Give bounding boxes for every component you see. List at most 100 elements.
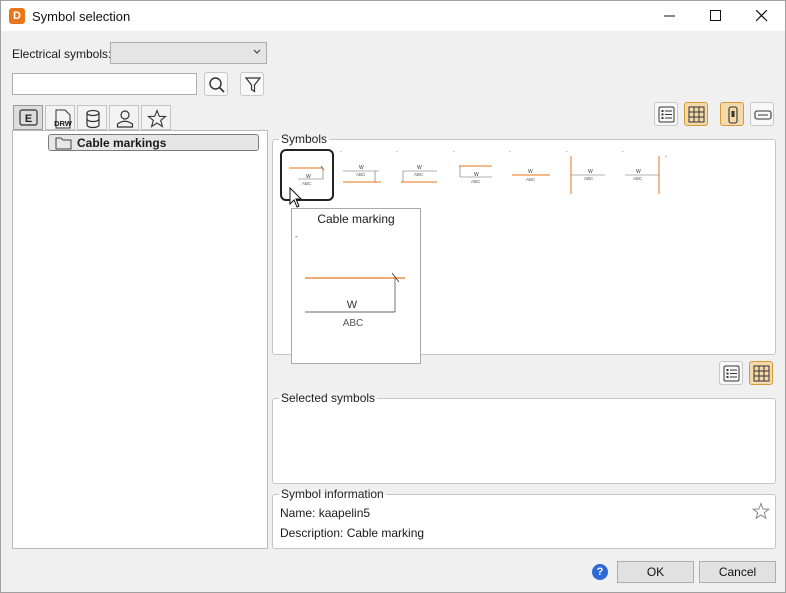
filter-button[interactable]	[240, 72, 264, 96]
svg-text:-: -	[566, 149, 568, 155]
window-title: Symbol selection	[32, 9, 131, 24]
svg-text:›: ›	[665, 154, 667, 160]
tab-e-text: E	[25, 113, 32, 125]
svg-text:W: W	[306, 174, 311, 180]
list-view-icon	[723, 365, 740, 382]
preview-top-label: W	[347, 299, 358, 311]
list-view-icon	[658, 106, 675, 123]
description-value: Cable marking	[346, 526, 425, 540]
selected-list-view-button[interactable]	[719, 361, 743, 385]
tree-item-cable-markings[interactable]: Cable markings	[48, 134, 259, 151]
grid-view-button[interactable]	[684, 102, 708, 126]
svg-text:ABC: ABC	[526, 177, 536, 182]
close-button[interactable]	[739, 1, 785, 31]
tab-favorites[interactable]	[141, 105, 171, 130]
maximize-icon	[710, 10, 721, 21]
title-bar: D Symbol selection	[1, 1, 785, 31]
search-input[interactable]	[12, 73, 197, 95]
search-button[interactable]	[204, 72, 228, 96]
symbol-thumbnail[interactable]: - W ABC	[506, 149, 560, 201]
user-icon	[116, 110, 134, 128]
tab-electrical[interactable]: E	[13, 105, 43, 130]
portrait-orientation-button[interactable]	[720, 102, 744, 126]
tab-database[interactable]	[77, 105, 107, 130]
electrical-symbols-dropdown[interactable]	[110, 42, 267, 64]
svg-text:W: W	[636, 169, 641, 175]
svg-text:W: W	[528, 169, 533, 175]
favorite-star-icon[interactable]	[752, 502, 770, 520]
help-button[interactable]: ?	[592, 564, 608, 580]
svg-text:W: W	[417, 165, 422, 171]
svg-text:W: W	[359, 165, 364, 171]
cable-marking-symbol-icon: - W ABC	[340, 149, 381, 183]
cable-marking-symbol-icon: - W ABC	[396, 149, 437, 183]
tree-item-label: Cable markings	[77, 136, 167, 150]
symbol-information-legend: Symbol information	[281, 487, 384, 501]
grid-view-icon	[688, 106, 705, 123]
name-label: Name:	[280, 506, 316, 520]
name-value: kaapelin5	[318, 506, 371, 520]
symbol-selection-window: D Symbol selection Electrical symbols: E	[0, 0, 786, 593]
tab-drawings[interactable]: DRW	[45, 105, 75, 130]
svg-text:-: -	[453, 149, 455, 155]
filter-icon	[244, 77, 262, 93]
star-icon	[147, 109, 167, 128]
symbol-thumbnail[interactable]: - W ABC	[337, 149, 391, 201]
svg-text:-: -	[622, 149, 624, 155]
svg-text:W: W	[474, 172, 479, 178]
maximize-button[interactable]	[693, 1, 739, 31]
mouse-cursor-icon	[289, 187, 303, 208]
search-icon	[209, 77, 225, 93]
svg-text:-: -	[396, 149, 398, 155]
tab-user[interactable]	[109, 105, 139, 130]
cable-marking-symbol-icon: - W ABC	[453, 149, 492, 184]
svg-text:ABC: ABC	[633, 176, 643, 181]
selected-symbols-legend: Selected symbols	[281, 391, 376, 405]
symbol-thumbnail[interactable]: - W ABC	[563, 149, 617, 201]
description-label: Description:	[280, 526, 344, 540]
landscape-orientation-button[interactable]	[750, 102, 774, 126]
svg-text:ABC: ABC	[471, 179, 481, 184]
app-icon: D	[9, 8, 25, 24]
grid-view-icon	[753, 365, 770, 382]
list-view-button[interactable]	[654, 102, 678, 126]
portrait-icon	[728, 106, 738, 124]
preview-bottom-label: ABC	[343, 318, 364, 329]
svg-text:ABC: ABC	[584, 176, 594, 181]
svg-text:-: -	[340, 149, 342, 155]
svg-text:ABC: ABC	[356, 172, 366, 177]
minimize-icon	[664, 15, 675, 17]
symbol-tree: Cable markings	[12, 130, 268, 549]
symbol-preview-tooltip: Cable marking - W ABC	[291, 208, 421, 364]
svg-text:-: -	[509, 149, 511, 155]
selected-grid-view-button[interactable]	[749, 361, 773, 385]
symbol-thumbnail[interactable]: - W ABC	[393, 149, 447, 201]
database-icon	[86, 109, 100, 129]
folder-icon	[55, 137, 72, 150]
symbol-description-row: Description: Cable marking	[280, 526, 424, 540]
chevron-down-icon	[253, 49, 261, 54]
svg-text:W: W	[588, 169, 593, 175]
svg-text:ABC: ABC	[302, 181, 312, 186]
cable-marking-symbol-icon: - W ABC	[509, 149, 550, 182]
electrical-e-icon: E	[19, 109, 38, 126]
svg-text:ABC: ABC	[414, 172, 424, 177]
selected-symbols-group: Selected symbols	[272, 391, 776, 484]
close-icon	[756, 10, 768, 22]
cable-marking-symbol-icon: - › W ABC	[622, 149, 667, 194]
cable-marking-preview-icon: - W ABC	[295, 232, 405, 329]
tab-drw-text: DRW	[54, 119, 73, 128]
drw-file-icon: DRW	[54, 109, 73, 129]
symbol-thumbnail[interactable]: - › W ABC	[619, 149, 673, 201]
svg-text:-: -	[295, 232, 298, 241]
preview-title: Cable marking	[317, 212, 395, 226]
cable-marking-symbol-icon: - W ABC	[566, 149, 605, 194]
landscape-icon	[754, 110, 772, 120]
electrical-symbols-label: Electrical symbols:	[12, 47, 112, 61]
symbols-legend: Symbols	[281, 132, 328, 146]
symbol-name-row: Name: kaapelin5	[280, 506, 370, 520]
minimize-button[interactable]	[647, 1, 693, 31]
symbol-thumbnail[interactable]: - W ABC	[450, 149, 504, 201]
cancel-button[interactable]: Cancel	[699, 561, 776, 583]
ok-button[interactable]: OK	[617, 561, 694, 583]
